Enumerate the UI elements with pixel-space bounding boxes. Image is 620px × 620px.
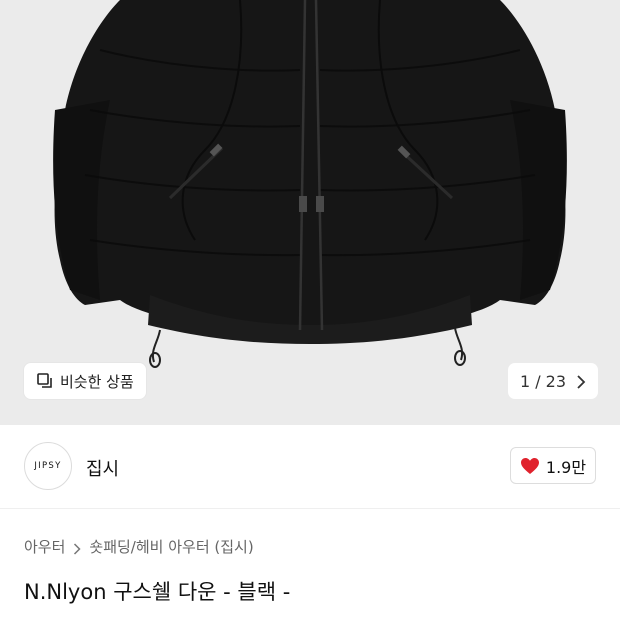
product-title: N.Nlyon 구스쉘 다운 - 블랙 - [24,580,291,604]
product-image-gallery[interactable]: 비슷한 상품 1 / 23 [0,0,620,425]
chevron-right-icon [576,374,586,389]
like-count: 1.9만 [545,457,587,477]
brand-logo-text: JIPSY [34,461,62,471]
breadcrumb: 아우터 숏패딩/헤비 아우터 (집시) [24,536,254,557]
copy-icon [36,372,54,390]
similar-products-label: 비슷한 상품 [60,372,134,391]
brand-logo[interactable]: JIPSY [24,442,72,490]
section-divider [0,508,620,509]
heart-icon [520,457,540,475]
product-photo-jacket [53,0,567,368]
image-pager-button[interactable]: 1 / 23 [508,363,598,399]
breadcrumb-category[interactable]: 아우터 [24,536,65,557]
image-pager-text: 1 / 23 [519,371,567,391]
similar-products-button[interactable]: 비슷한 상품 [24,363,146,399]
like-button[interactable]: 1.9만 [510,447,596,484]
chevron-right-icon [73,541,81,555]
brand-name-link[interactable]: 집시 [86,455,119,481]
breadcrumb-subcategory[interactable]: 숏패딩/헤비 아우터 (집시) [89,536,253,557]
